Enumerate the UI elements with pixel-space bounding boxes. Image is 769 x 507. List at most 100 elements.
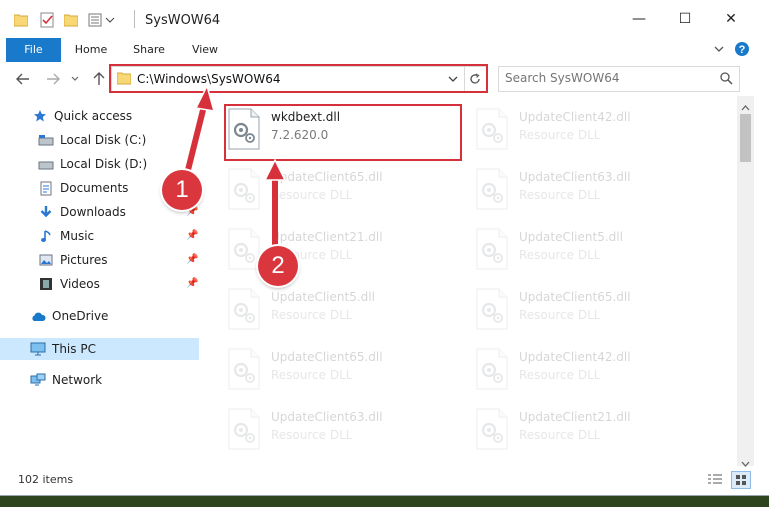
tab-view[interactable]: View — [182, 38, 228, 62]
sidebar-item-label: Downloads — [60, 205, 126, 219]
documents-icon — [38, 180, 54, 196]
file-tile[interactable]: UpdateClient21.dll Resource DLL — [475, 404, 715, 456]
file-subtitle: Resource DLL — [519, 248, 601, 262]
file-subtitle: Resource DLL — [271, 368, 353, 382]
pin-icon[interactable]: 📌 — [186, 230, 198, 241]
details-view-icon[interactable] — [707, 473, 723, 488]
sidebar-item-downloads[interactable]: Downloads — [38, 201, 126, 223]
dll-file-icon — [227, 348, 261, 390]
file-tile[interactable]: UpdateClient42.dll Resource DLL — [475, 104, 715, 156]
item-count: 102 items — [18, 473, 74, 486]
dll-file-icon — [475, 168, 509, 210]
file-tile[interactable]: UpdateClient42.dll Resource DLL — [475, 344, 715, 396]
file-name: UpdateClient21.dll — [519, 410, 631, 424]
sidebar-item-local-disk-d[interactable]: Local Disk (D:) — [38, 153, 147, 175]
drive-icon — [38, 132, 54, 148]
dll-file-icon — [227, 408, 261, 450]
ribbon-tabs: File Home Share View ? — [0, 38, 769, 63]
navigation-pane: Quick access Local Disk (C:) Local Disk … — [0, 96, 203, 466]
sidebar-item-network[interactable]: Network — [30, 369, 102, 391]
sidebar-item-onedrive[interactable]: OneDrive — [30, 305, 108, 327]
search-input[interactable] — [499, 67, 721, 89]
file-subtitle: Resource DLL — [519, 128, 601, 142]
file-name: UpdateClient65.dll — [519, 290, 631, 304]
file-subtitle: Resource DLL — [519, 188, 601, 202]
address-highlight-box — [109, 64, 488, 93]
step-1-badge: 1 — [162, 170, 202, 210]
vertical-scrollbar[interactable] — [737, 96, 754, 467]
help-icon[interactable]: ? — [734, 41, 750, 60]
scrollbar-thumb[interactable] — [740, 114, 751, 162]
tab-share[interactable]: Share — [126, 38, 172, 62]
step-2-badge: 2 — [258, 246, 298, 286]
search-box[interactable] — [498, 66, 740, 92]
sidebar-item-label: Documents — [60, 181, 129, 195]
sidebar-item-label: Quick access — [54, 109, 133, 123]
tiles-view-icon[interactable] — [731, 471, 751, 489]
sidebar-item-label: Music — [60, 229, 95, 243]
expand-ribbon-icon[interactable] — [712, 42, 726, 59]
pin-icon[interactable]: 📌 — [186, 254, 198, 265]
sidebar-item-label: Local Disk (C:) — [60, 133, 147, 147]
folder-icon — [14, 12, 28, 28]
sidebar-item-label: Videos — [60, 277, 100, 291]
explorer-window: SysWOW64 — ☐ ✕ File Home Share View ? C:… — [0, 0, 769, 495]
maximize-button[interactable]: ☐ — [662, 0, 708, 38]
dll-file-icon — [475, 408, 509, 450]
file-highlight-box — [224, 104, 462, 161]
file-tile[interactable]: UpdateClient5.dll Resource DLL — [227, 284, 467, 336]
file-name: UpdateClient42.dll — [519, 110, 631, 124]
sidebar-item-videos[interactable]: Videos — [38, 273, 100, 295]
window-title: SysWOW64 — [145, 13, 221, 28]
cloud-icon — [30, 308, 46, 324]
dll-file-icon — [475, 108, 509, 150]
search-icon — [720, 72, 733, 88]
tab-home[interactable]: Home — [68, 38, 114, 62]
file-tile[interactable]: UpdateClient65.dll Resource DLL — [227, 344, 467, 396]
file-tile[interactable]: UpdateClient63.dll Resource DLL — [475, 164, 715, 216]
sidebar-item-quick-access[interactable]: Quick access — [32, 105, 132, 127]
scroll-up-icon[interactable] — [741, 100, 750, 114]
download-arrow-icon — [38, 204, 54, 220]
up-arrow-icon[interactable] — [88, 68, 110, 90]
forward-arrow-icon[interactable] — [42, 68, 64, 90]
sidebar-item-local-disk-c[interactable]: Local Disk (C:) — [38, 129, 146, 151]
sidebar-item-label: Network — [52, 373, 103, 387]
minimize-button[interactable]: — — [616, 0, 662, 38]
status-bar: 102 items — [0, 468, 769, 492]
dll-file-icon — [475, 228, 509, 270]
close-button[interactable]: ✕ — [708, 0, 754, 38]
file-tile[interactable]: UpdateClient63.dll Resource DLL — [227, 404, 467, 456]
dll-file-icon — [227, 228, 261, 270]
file-tile[interactable]: UpdateClient65.dll Resource DLL — [475, 284, 715, 336]
file-tile[interactable]: UpdateClient5.dll Resource DLL — [475, 224, 715, 276]
drive-icon — [38, 156, 54, 172]
properties-icon[interactable] — [40, 12, 54, 28]
sidebar-item-this-pc[interactable]: This PC — [30, 338, 96, 360]
dll-file-icon — [475, 288, 509, 330]
sidebar-item-music[interactable]: Music — [38, 225, 94, 247]
file-subtitle: Resource DLL — [519, 308, 601, 322]
sidebar-item-documents[interactable]: Documents — [38, 177, 128, 199]
file-subtitle: Resource DLL — [271, 308, 353, 322]
title-bar: SysWOW64 — ☐ ✕ — [0, 0, 769, 38]
back-arrow-icon[interactable] — [12, 68, 34, 90]
file-name: UpdateClient65.dll — [271, 350, 383, 364]
tab-file[interactable]: File — [6, 38, 61, 62]
pin-icon[interactable]: 📌 — [186, 278, 198, 289]
sidebar-item-label: OneDrive — [52, 309, 109, 323]
new-folder-icon[interactable] — [64, 12, 78, 28]
file-tile[interactable]: UpdateClient65.dll Resource DLL — [227, 164, 467, 216]
file-name: UpdateClient42.dll — [519, 350, 631, 364]
customize-toolbar-icon[interactable] — [88, 12, 116, 28]
file-subtitle: Resource DLL — [519, 428, 601, 442]
dll-file-icon — [227, 288, 261, 330]
network-icon — [30, 372, 46, 388]
recent-locations-icon[interactable] — [64, 68, 86, 90]
music-note-icon — [38, 228, 54, 244]
sidebar-item-label: Pictures — [60, 253, 108, 267]
sidebar-item-pictures[interactable]: Pictures — [38, 249, 108, 271]
star-icon — [32, 108, 48, 124]
file-name: UpdateClient63.dll — [271, 410, 383, 424]
title-divider — [134, 10, 135, 28]
